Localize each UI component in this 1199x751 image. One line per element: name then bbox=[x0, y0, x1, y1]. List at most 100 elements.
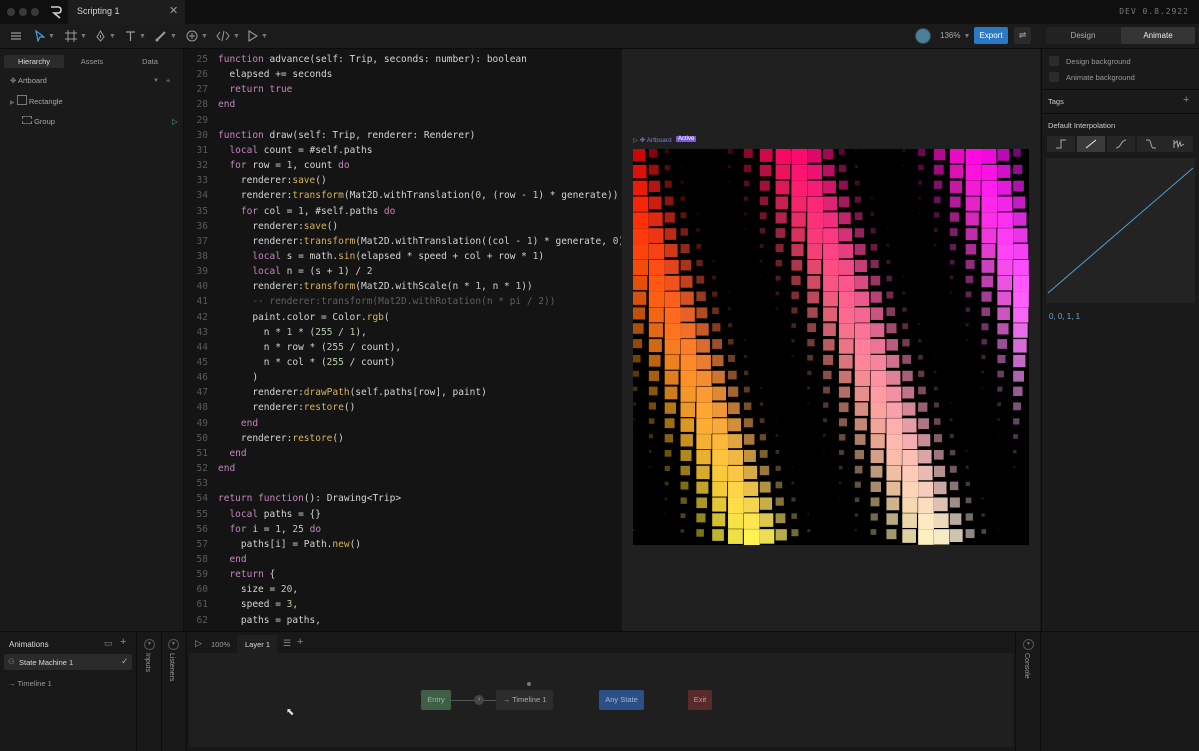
grid-square bbox=[933, 244, 937, 247]
artboard-tool-button[interactable]: ▼ bbox=[65, 28, 87, 44]
console-panel[interactable]: ▼ Console bbox=[1016, 632, 1041, 751]
code-line: speed = 3, bbox=[218, 599, 299, 611]
grid-square bbox=[902, 370, 913, 382]
grid-square bbox=[759, 164, 772, 177]
list-icon[interactable]: ☰ bbox=[283, 638, 291, 649]
tree-item-rectangle[interactable]: ▶ Rectangle bbox=[10, 95, 178, 109]
inputs-panel[interactable]: ▼ Inputs bbox=[137, 632, 162, 751]
grid-square bbox=[949, 291, 952, 294]
grid-square bbox=[807, 196, 823, 213]
grid-square bbox=[918, 529, 934, 545]
grid-square bbox=[886, 291, 894, 299]
script-tool-button[interactable]: ▼ bbox=[216, 28, 240, 44]
artboard-label[interactable]: ▷ ✥ Artboard bbox=[633, 136, 672, 144]
grid-square bbox=[807, 291, 820, 304]
hold-interpolation-button[interactable] bbox=[1047, 136, 1075, 152]
exit-node[interactable]: Exit bbox=[688, 690, 712, 710]
divider bbox=[1042, 89, 1199, 90]
minimize-window-button[interactable] bbox=[19, 8, 27, 16]
line-number: 25 bbox=[196, 54, 208, 65]
code-line: return { bbox=[229, 569, 276, 581]
mouse-cursor-icon: ⬉ bbox=[286, 707, 295, 718]
tree-item-group[interactable]: Group ▷ bbox=[22, 115, 178, 129]
add-tag-icon[interactable]: + bbox=[1183, 94, 1189, 106]
grid-square bbox=[838, 259, 854, 275]
linear-interpolation-button[interactable] bbox=[1077, 136, 1105, 152]
collapse-icon[interactable]: ▼ bbox=[1023, 639, 1034, 650]
transition-icon[interactable]: › bbox=[474, 695, 484, 705]
zoom-dropdown[interactable]: 136% ▼ bbox=[940, 31, 970, 40]
export-button[interactable]: Export bbox=[974, 27, 1008, 44]
grid-square bbox=[997, 180, 1012, 195]
collapse-icon[interactable]: ▼ bbox=[168, 639, 179, 650]
line-number: 31 bbox=[196, 144, 208, 156]
play-button[interactable]: ▼ bbox=[248, 28, 268, 44]
tab-hierarchy[interactable]: Hierarchy bbox=[4, 55, 64, 68]
menu-icon[interactable] bbox=[10, 28, 22, 44]
graph-canvas[interactable]: Entry › → Timeline 1 Any State Exit ⬉ bbox=[189, 653, 1013, 747]
pen-tool-button[interactable]: ▼ bbox=[95, 28, 116, 44]
tab-assets[interactable]: Assets bbox=[62, 55, 122, 68]
entry-node[interactable]: Entry bbox=[421, 690, 451, 710]
select-tool-button[interactable]: ▼ bbox=[35, 28, 55, 44]
tree-item-artboard[interactable]: ✥ Artboard ▼ ⌖ bbox=[10, 74, 178, 88]
timeline-node[interactable]: → Timeline 1 bbox=[496, 690, 553, 710]
node-handle[interactable] bbox=[527, 682, 531, 686]
grid-square bbox=[680, 449, 692, 461]
graph-zoom[interactable]: 100% bbox=[211, 640, 230, 649]
grid-square bbox=[949, 402, 952, 405]
grid-square bbox=[807, 323, 817, 333]
grid-square bbox=[696, 259, 703, 267]
grid-square bbox=[870, 244, 878, 251]
grid-square bbox=[728, 402, 740, 415]
add-animation-icon[interactable]: + bbox=[120, 636, 126, 648]
zoom-window-button[interactable] bbox=[31, 8, 39, 16]
grid-square bbox=[696, 418, 713, 434]
collapse-icon[interactable]: ▼ bbox=[144, 639, 155, 650]
expand-arrow-icon[interactable]: ▶ bbox=[10, 100, 15, 106]
code-editor[interactable]: 25 function advance(self: Trip, seconds: … bbox=[184, 49, 621, 631]
play-icon[interactable]: ▷ bbox=[195, 638, 202, 649]
text-tool-button[interactable]: ▼ bbox=[125, 28, 146, 44]
design-mode-button[interactable]: Design bbox=[1046, 27, 1120, 44]
grid-square bbox=[633, 402, 637, 406]
grid-square bbox=[854, 228, 865, 238]
grid-square bbox=[680, 212, 687, 219]
constraint-tool-button[interactable]: ▼ bbox=[186, 28, 208, 44]
document-tab[interactable]: Scripting 1 ✕ bbox=[68, 0, 185, 24]
grid-square bbox=[949, 497, 960, 508]
list-item-state-machine[interactable]: ⚇ State Machine 1 ✓ bbox=[4, 654, 132, 670]
play-icon bbox=[248, 30, 258, 42]
tag-icon[interactable]: ⌖ bbox=[166, 74, 170, 88]
list-item-timeline[interactable]: → Timeline 1 bbox=[8, 679, 52, 688]
grid-square bbox=[886, 386, 902, 402]
tab-data[interactable]: Data bbox=[120, 55, 180, 68]
cubic-interpolation-button[interactable] bbox=[1107, 136, 1135, 152]
design-background-checkbox[interactable] bbox=[1049, 56, 1059, 66]
add-layer-icon[interactable]: + bbox=[297, 636, 303, 648]
tab-layer-1[interactable]: Layer 1 bbox=[237, 635, 277, 653]
listeners-panel[interactable]: ▼ Listeners bbox=[162, 632, 187, 751]
ease-in-out-interpolation-button[interactable] bbox=[1137, 136, 1165, 152]
grid-square bbox=[965, 513, 973, 521]
elastic-interpolation-button[interactable] bbox=[1165, 136, 1193, 152]
bone-tool-button[interactable]: ▼ bbox=[155, 28, 177, 44]
animate-background-checkbox[interactable] bbox=[1049, 72, 1059, 82]
chevron-down-icon[interactable]: ▼ bbox=[153, 74, 159, 88]
interpolation-curve[interactable] bbox=[1046, 158, 1195, 303]
grid-square bbox=[997, 149, 1010, 161]
swap-icon[interactable]: ⇌ bbox=[1014, 27, 1031, 44]
animate-mode-button[interactable]: Animate bbox=[1121, 27, 1195, 44]
any-state-node[interactable]: Any State bbox=[599, 690, 644, 710]
grid-square bbox=[981, 307, 991, 316]
grid-square bbox=[775, 164, 791, 180]
user-avatar[interactable] bbox=[915, 28, 931, 44]
close-tab-icon[interactable]: ✕ bbox=[169, 4, 178, 17]
close-window-button[interactable] bbox=[7, 8, 15, 16]
artboard-canvas[interactable]: ⛶ bbox=[633, 149, 1029, 545]
folder-icon[interactable]: ▭ bbox=[104, 638, 113, 649]
grid-square bbox=[965, 275, 974, 284]
code-line: n * col * (255 / count) bbox=[218, 357, 396, 368]
grid-square bbox=[981, 497, 984, 500]
rive-logo-icon[interactable] bbox=[49, 5, 63, 19]
